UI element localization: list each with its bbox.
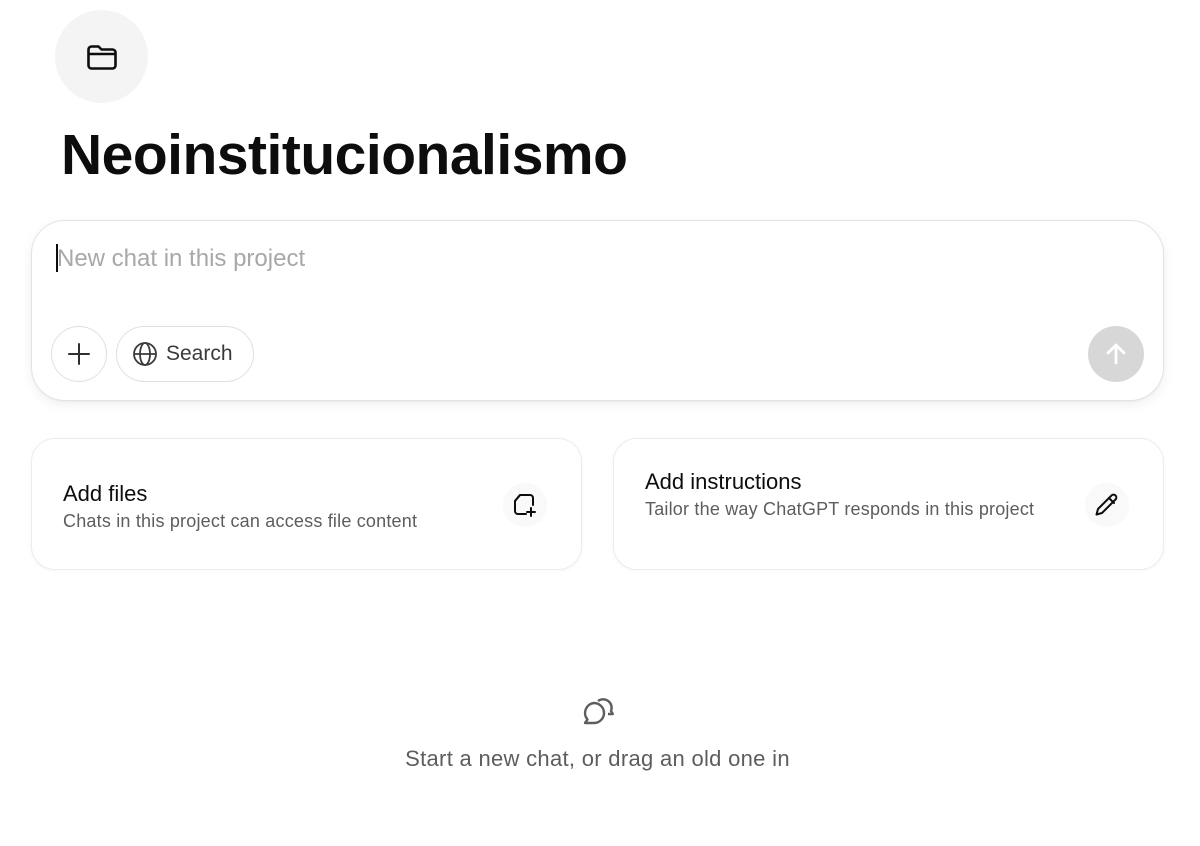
folder-icon bbox=[86, 44, 117, 70]
empty-state-text: Start a new chat, or drag an old one in bbox=[405, 746, 790, 771]
add-files-title: Add files bbox=[63, 481, 148, 506]
add-files-card[interactable]: Add files Chats in this project can acce… bbox=[31, 438, 582, 570]
pencil-icon bbox=[1095, 493, 1118, 516]
search-button-label: Search bbox=[166, 342, 233, 365]
file-plus-icon bbox=[514, 494, 536, 517]
add-instructions-title: Add instructions bbox=[645, 469, 802, 494]
chat-bubbles-icon-wrap bbox=[580, 696, 616, 728]
add-instructions-description: Tailor the way ChatGPT responds in this … bbox=[645, 499, 1035, 519]
project-folder-badge[interactable] bbox=[55, 10, 148, 103]
add-files-description: Chats in this project can access file co… bbox=[63, 511, 418, 531]
text-caret bbox=[56, 244, 58, 272]
send-button[interactable] bbox=[1088, 326, 1144, 382]
add-instructions-icon-wrap bbox=[1085, 483, 1129, 527]
project-page: Neoinstitucionalismo Search Add files Ch… bbox=[0, 0, 1200, 846]
new-chat-input[interactable] bbox=[57, 243, 1057, 275]
plus-icon bbox=[68, 343, 90, 365]
globe-icon bbox=[133, 342, 157, 366]
add-files-icon-wrap bbox=[503, 483, 547, 527]
chat-bubbles-icon bbox=[583, 698, 614, 725]
page-title: Neoinstitucionalismo bbox=[61, 123, 628, 187]
search-toggle-button[interactable]: Search bbox=[116, 326, 254, 382]
composer: Search bbox=[31, 220, 1164, 401]
add-attachment-button[interactable] bbox=[51, 326, 107, 382]
add-instructions-card[interactable]: Add instructions Tailor the way ChatGPT … bbox=[613, 438, 1164, 570]
arrow-up-icon bbox=[1106, 343, 1126, 365]
